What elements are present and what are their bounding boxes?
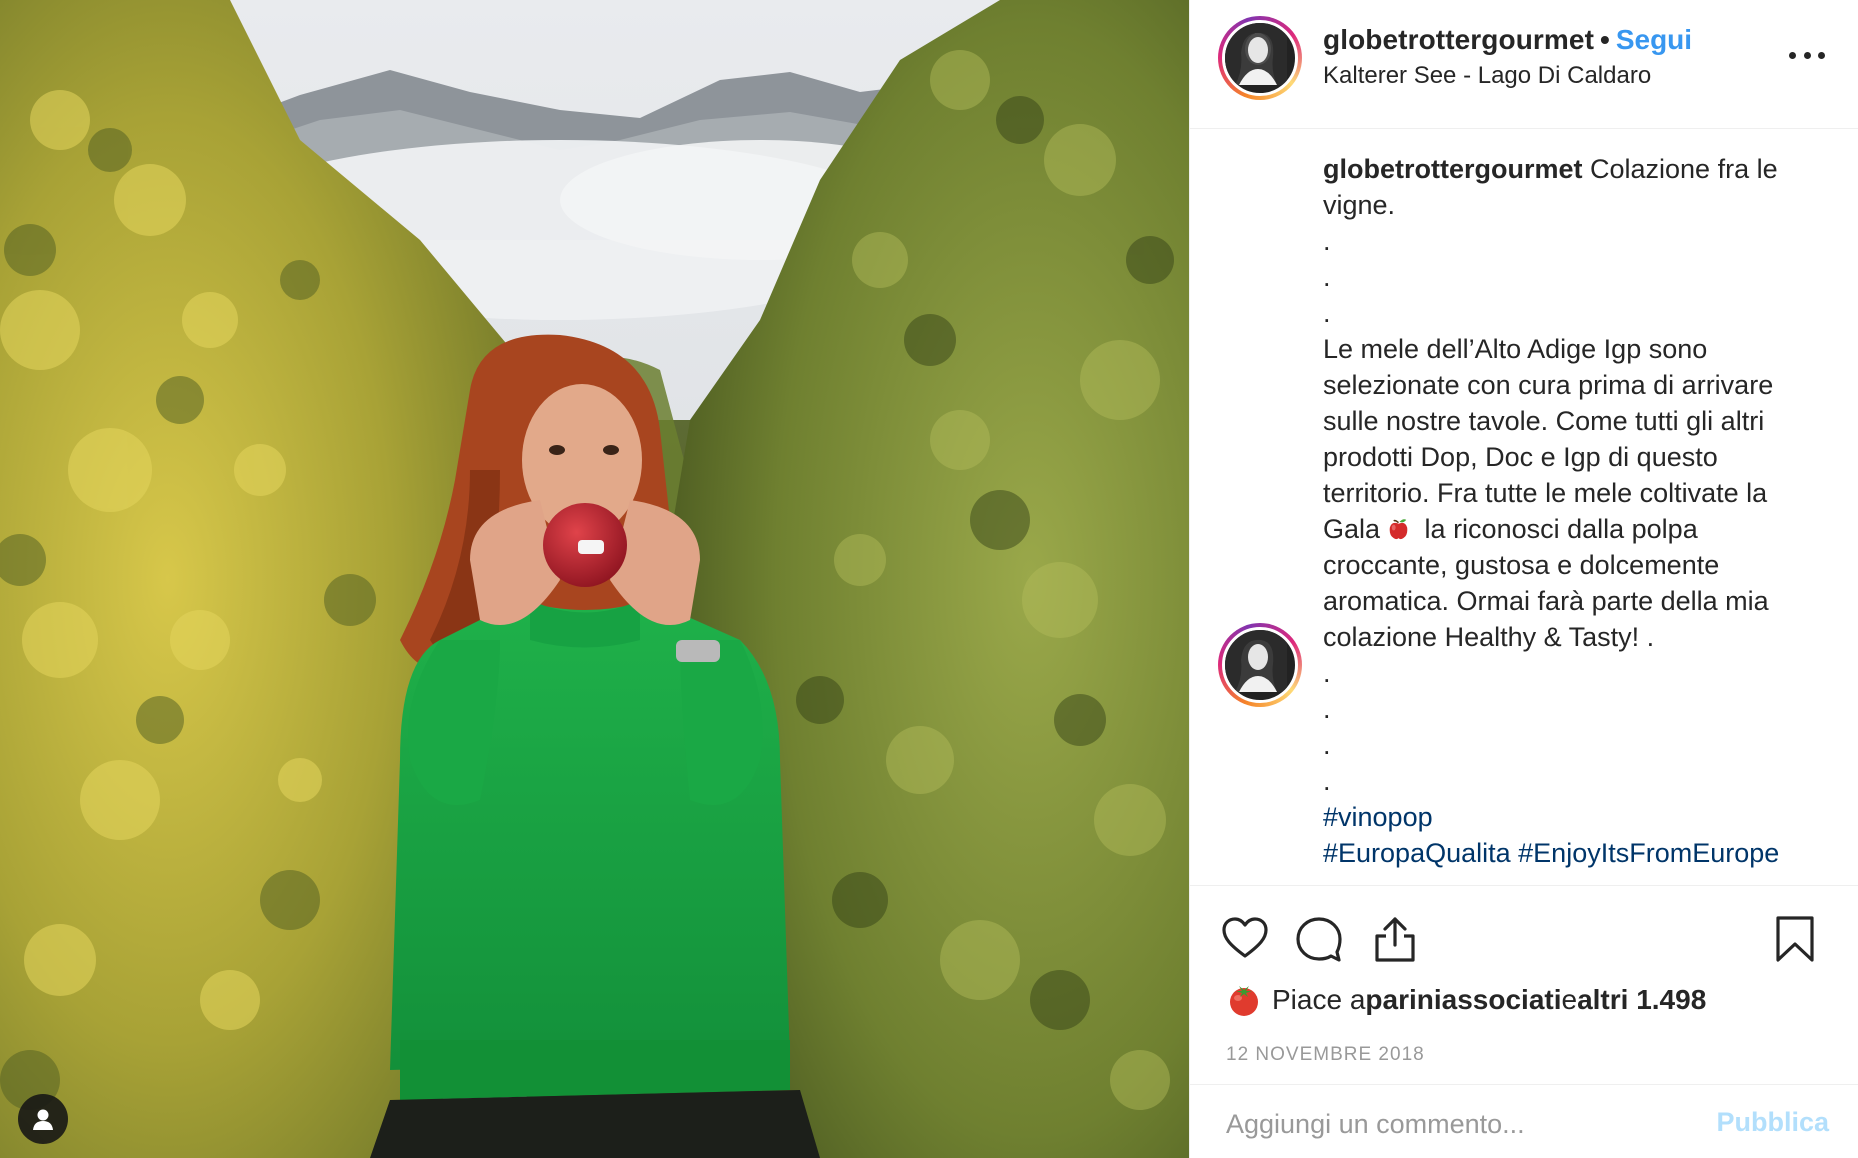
comment-input[interactable] — [1226, 1109, 1706, 1140]
likes-count[interactable]: altri 1.498 — [1577, 984, 1706, 1016]
follow-button[interactable]: Segui — [1616, 24, 1692, 55]
profile-photo — [1222, 627, 1298, 703]
action-bar — [1190, 906, 1858, 966]
vineyard-photo — [0, 0, 1189, 1158]
post-header: globetrottergourmet • Segui Kalterer See -… — [1190, 0, 1858, 129]
instagram-post: globetrottergourmet • Segui Kalterer See -… — [0, 0, 1858, 1158]
comments-area: globetrottergourmet Colazione fra le vig… — [1190, 129, 1858, 885]
user-tag-icon — [33, 1109, 53, 1130]
likes-summary: Piace a pariniassociati e altri 1.498 — [1226, 982, 1706, 1018]
heart-icon[interactable] — [1220, 914, 1270, 964]
separator-dot: • — [1600, 24, 1610, 55]
caption-username[interactable]: globetrottergourmet — [1323, 154, 1583, 184]
profile-photo — [1222, 20, 1298, 96]
caption-text-part-1: Colazione fra le vigne. . . . Le mele de… — [1323, 154, 1778, 544]
post-photo[interactable] — [0, 0, 1189, 1158]
post-date[interactable]: 12 NOVEMBRE 2018 — [1226, 1044, 1425, 1066]
comment-icon[interactable] — [1294, 914, 1344, 964]
author-username[interactable]: globetrottergourmet — [1323, 24, 1594, 55]
hashtag-enjoyitsfromeurope[interactable]: #EnjoyItsFromEurope — [1518, 838, 1779, 868]
share-icon[interactable] — [1370, 914, 1420, 964]
post-actions-area: Piace a pariniassociati e altri 1.498 12… — [1190, 885, 1858, 1158]
header-text: globetrottergourmet • Segui Kalterer See -… — [1323, 24, 1692, 90]
author-avatar[interactable] — [1218, 16, 1302, 100]
comment-composer: Pubblica — [1190, 1084, 1858, 1158]
likes-prefix: Piace a — [1272, 984, 1366, 1015]
post-caption: globetrottergourmet Colazione fra le vig… — [1323, 151, 1823, 871]
caption-text-part-2: la riconosci dalla polpa croccante, gust… — [1323, 514, 1769, 796]
post-side-panel: globetrottergourmet • Segui Kalterer See -… — [1189, 0, 1858, 1158]
likes-middle: e — [1561, 984, 1578, 1015]
location-link[interactable]: Kalterer See - Lago Di Caldaro — [1323, 62, 1692, 90]
publish-button[interactable]: Pubblica — [1716, 1107, 1829, 1138]
bookmark-icon[interactable] — [1770, 914, 1820, 964]
caption-author-avatar[interactable] — [1218, 623, 1302, 707]
liker-username[interactable]: pariniassociati — [1365, 984, 1561, 1016]
tomato-emoji-icon — [1230, 986, 1258, 1016]
more-options-icon[interactable] — [1789, 48, 1825, 62]
red-apple-emoji-icon — [1389, 519, 1408, 540]
hashtag-vinopop[interactable]: #vinopop — [1323, 802, 1433, 832]
tag-user-button[interactable] — [18, 1094, 68, 1144]
hashtag-europaqualita[interactable]: #EuropaQualita — [1323, 838, 1511, 868]
